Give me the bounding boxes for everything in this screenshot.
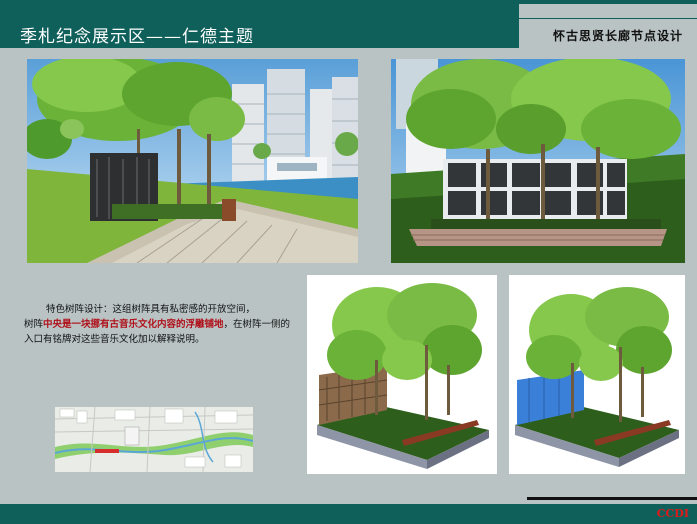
header-top-rule bbox=[519, 0, 697, 4]
description-prefix: 树阵 bbox=[24, 319, 44, 330]
footer-bar bbox=[0, 504, 697, 524]
tree-array-relief-image bbox=[391, 59, 685, 263]
footer-rule bbox=[527, 497, 697, 500]
brand-logo: CCDI bbox=[656, 507, 689, 520]
header-right-rule bbox=[519, 18, 697, 19]
site-location-map bbox=[55, 407, 253, 472]
model-blue-wall-image bbox=[509, 275, 685, 474]
park-riverside-image bbox=[27, 59, 358, 263]
description-body: 树阵中央是一块挪有古音乐文化内容的浮雕铺地，在树阵一侧的入口有铭牌对这些音乐文化… bbox=[24, 317, 299, 347]
page-subtitle: 怀古思贤长廊节点设计 bbox=[552, 29, 683, 43]
model-brown-wall-image bbox=[307, 275, 497, 474]
description-line-1: 特色树阵设计：这组树阵具有私密感的开放空间， bbox=[46, 304, 256, 315]
description-highlight: 中央是一块挪有古音乐文化内容的浮雕铺地 bbox=[43, 319, 224, 330]
page-title: 季札纪念展示区——仁德主题 bbox=[20, 27, 254, 47]
design-description: 特色树阵设计：这组树阵具有私密感的开放空间， 树阵中央是一块挪有古音乐文化内容的… bbox=[24, 302, 299, 347]
